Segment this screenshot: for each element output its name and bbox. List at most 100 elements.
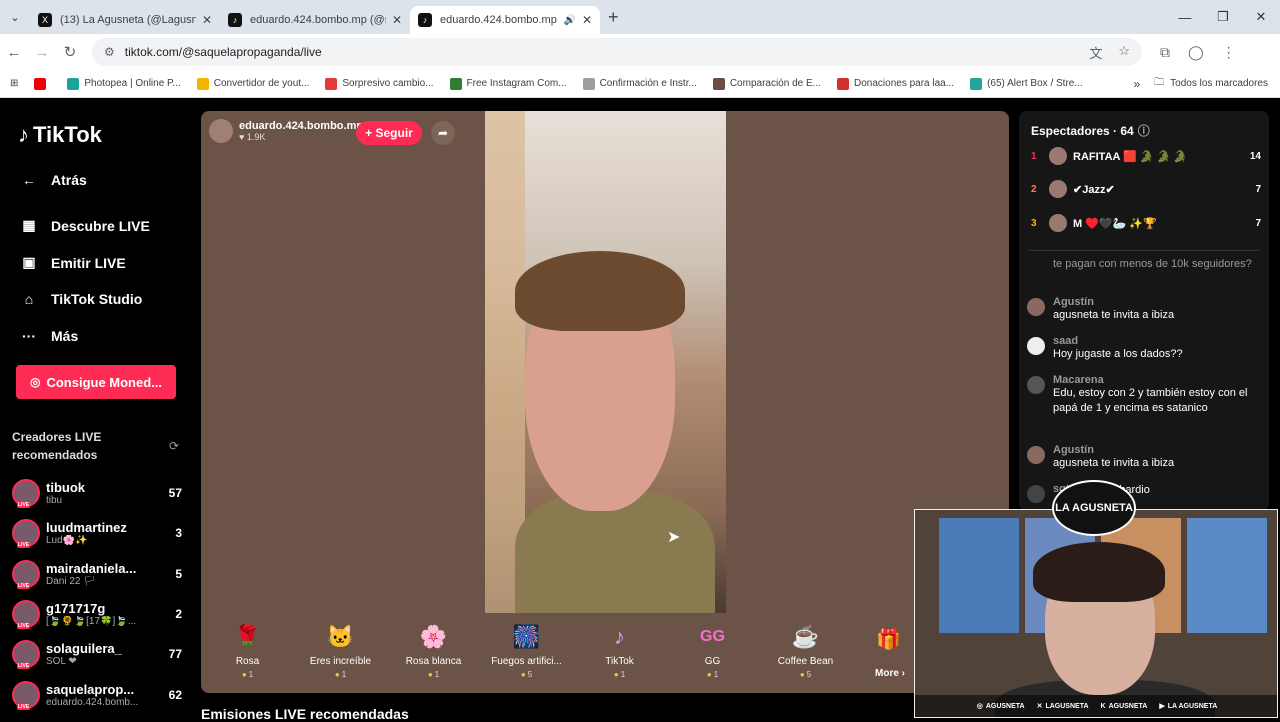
bookmark-item[interactable]: Donaciones para laa...	[837, 77, 954, 90]
avatar	[1049, 147, 1067, 165]
avatar: LIVE	[12, 600, 40, 629]
get-coins-button[interactable]: ◎ Consigue Moned...	[16, 365, 176, 399]
calendar-live-icon: ▦	[22, 217, 36, 233]
share-arrow-icon[interactable]: ➦	[431, 121, 455, 145]
profile-icon[interactable]: ◯	[1188, 44, 1204, 61]
chat-message: te pagan con menos de 10k seguidores?	[1053, 258, 1252, 270]
bookmark-favicon-icon	[582, 77, 595, 90]
bookmark-item[interactable]: Photopea | Online P...	[67, 77, 181, 90]
chat-message: Agustín agusneta te invita a ibiza	[1027, 444, 1259, 471]
window-controls: — ❐ ✕	[1166, 0, 1280, 34]
restore-icon[interactable]: ❐	[1204, 9, 1242, 25]
tab-title: (13) La Agusneta (@Lagusneta)	[60, 14, 196, 26]
viewer-count: 5	[175, 567, 182, 581]
avatar	[1049, 214, 1067, 232]
chat-message: saad Hoy jugaste a los dados??	[1027, 335, 1259, 362]
tab-search-chevron-icon[interactable]: ⌄	[0, 0, 30, 34]
tiktok-logo[interactable]: ♪ TikTok	[18, 122, 102, 148]
url-bar[interactable]: ⚙ tiktok.com/@saquelapropaganda/live 文 ☆	[92, 38, 1142, 66]
close-icon[interactable]: ✕	[582, 13, 592, 27]
back-arrow-icon[interactable]: ←	[0, 44, 28, 61]
translate-icon[interactable]: 文	[1089, 43, 1102, 62]
gift-item[interactable]: 🌹Rosa1	[201, 613, 294, 693]
nav-discover-live[interactable]: ▦ Descubre LIVE	[20, 217, 149, 234]
top-viewer[interactable]: 2 ✔Jazz✔ 7	[1031, 178, 1261, 200]
info-icon[interactable]: ⓘ	[1138, 124, 1150, 138]
nav-go-live[interactable]: ▣ Emitir LIVE	[20, 254, 125, 271]
gift-item[interactable]: 🐱Eres increíble1	[294, 613, 387, 693]
x-logo-icon: X	[38, 13, 52, 27]
gift-item[interactable]: 🌸Rosa blanca1	[387, 613, 480, 693]
social-handles-bar: ◎ AGUSNETA ✕ LAGUSNETA K AGUSNETA ▶ LA AGUSN…	[915, 695, 1277, 717]
forward-arrow-icon[interactable]: →	[28, 44, 56, 61]
host-likes: ♥ 1.9K	[239, 132, 266, 142]
creator-item[interactable]: LIVE mairadaniela... Dani 22 🏳 5	[12, 557, 182, 591]
tiktok-sidebar: ♪ TikTok ← Atrás ▦ Descubre LIVE ▣ Emitir LI…	[0, 98, 192, 720]
chat-message: Agustín agusneta te invita a ibiza	[1027, 296, 1259, 323]
browser-tab-2[interactable]: ♪ eduardo.424.bombo.mp (@saq ✕	[220, 6, 410, 34]
folder-icon: 🗀	[1154, 77, 1165, 88]
more-gifts-button[interactable]: More ›	[875, 668, 905, 679]
reload-icon[interactable]: ↻	[56, 43, 84, 61]
gift-item[interactable]: ☕Coffee Bean5	[759, 613, 852, 693]
nav-tiktok-studio[interactable]: ⌂ TikTok Studio	[20, 291, 143, 307]
bookmark-item[interactable]: (65) Alert Box / Stre...	[970, 77, 1083, 90]
browser-tab-1[interactable]: X (13) La Agusneta (@Lagusneta) ✕	[30, 6, 220, 34]
video-camera-icon: ▣	[22, 254, 36, 270]
creator-item[interactable]: LIVE tibuok tibu 57	[12, 476, 182, 510]
avatar: LIVE	[12, 519, 40, 548]
bookmark-item[interactable]: Convertidor de yout...	[196, 77, 309, 90]
all-bookmarks-folder[interactable]: 🗀 Todos los marcadores	[1154, 75, 1268, 92]
menu-kebab-icon[interactable]: ⋮	[1222, 44, 1236, 61]
browser-tab-3[interactable]: ♪ eduardo.424.bombo.mp (@ 🔊 ✕	[410, 6, 600, 34]
avatar	[1027, 446, 1045, 464]
bookmark-item[interactable]: Comparación de E...	[712, 77, 821, 90]
gift-box-icon[interactable]: 🎁	[876, 627, 901, 652]
gift-item[interactable]: ♪TikTok1	[573, 613, 666, 693]
creator-item[interactable]: LIVE saquelaprop... eduardo.424.bomb... 62	[12, 678, 182, 712]
minimize-icon[interactable]: —	[1166, 10, 1204, 25]
bookmark-item[interactable]: Confirmación e Instr...	[582, 77, 697, 90]
creator-item[interactable]: LIVE solaguilera_ SOL ❤ 77	[12, 637, 182, 671]
window-close-icon[interactable]: ✕	[1242, 9, 1280, 25]
top-viewer[interactable]: 1 RAFITAA 🟥 🐊 🐊 🐊 14	[1031, 145, 1261, 167]
streamer-hair	[1033, 542, 1165, 602]
white-rose-icon: 🌸	[419, 624, 448, 649]
gift-item[interactable]: 🎆Fuegos artifici...5	[480, 613, 573, 693]
host-avatar[interactable]	[209, 119, 233, 143]
divider	[1029, 250, 1259, 251]
top-viewer[interactable]: 3M ♥️🖤🦢 ✨🏆 7	[1031, 212, 1261, 234]
host-info[interactable]: eduardo.424.bombo.mp ♥ 1.9K	[209, 119, 363, 143]
extensions-icon[interactable]: ⧉	[1160, 44, 1170, 61]
refresh-icon[interactable]: ⟳	[169, 439, 179, 453]
gift-item[interactable]: GGGG1	[666, 613, 759, 693]
bookmark-favicon-icon	[449, 77, 462, 90]
site-info-icon[interactable]: ⚙	[104, 45, 115, 59]
close-icon[interactable]: ✕	[392, 13, 402, 27]
nav-more[interactable]: ··· Más	[20, 328, 78, 344]
avatar: LIVE	[12, 560, 40, 589]
avatar	[1049, 180, 1067, 198]
bookmark-item[interactable]: Free Instagram Com...	[449, 77, 567, 90]
bookmark-star-icon[interactable]: ☆	[1118, 43, 1130, 62]
creator-item[interactable]: LIVE luudmartinez Lud🌸✨ 3	[12, 516, 182, 550]
bookmark-favicon-icon	[970, 77, 983, 90]
live-stage: eduardo.424.bombo.mp ♥ 1.9K + Seguir ➦ ➤…	[201, 111, 1009, 693]
ellipsis-icon: ···	[22, 328, 36, 344]
cat-icon: 🐱	[326, 624, 355, 649]
creator-item[interactable]: LIVE g171717g [🍃🌻🍃[17🍀]🍃... 2	[12, 597, 182, 631]
chat-panel: Espectadores · 64 ⓘ 1 RAFITAA 🟥 🐊 🐊 🐊 14 2 ✔…	[1019, 111, 1269, 511]
url-text: tiktok.com/@saquelapropaganda/live	[124, 45, 322, 59]
apps-grid-icon[interactable]: ⊞	[10, 78, 18, 89]
youtube-bookmark-icon[interactable]	[34, 77, 51, 90]
back-link[interactable]: ← Atrás	[20, 172, 87, 188]
live-video[interactable]	[485, 111, 726, 613]
streamer-brand-logo: LA AGUSNETA	[1052, 480, 1136, 536]
speaker-icon[interactable]: 🔊	[563, 15, 575, 26]
bookmark-item[interactable]: Sorpresivo cambio...	[325, 77, 434, 90]
follow-button[interactable]: + Seguir	[356, 121, 422, 145]
close-icon[interactable]: ✕	[202, 13, 212, 27]
avatar	[1027, 298, 1045, 316]
new-tab-plus-icon[interactable]: +	[608, 7, 619, 28]
more-bookmarks-chevron-icon[interactable]: »	[1133, 77, 1140, 91]
